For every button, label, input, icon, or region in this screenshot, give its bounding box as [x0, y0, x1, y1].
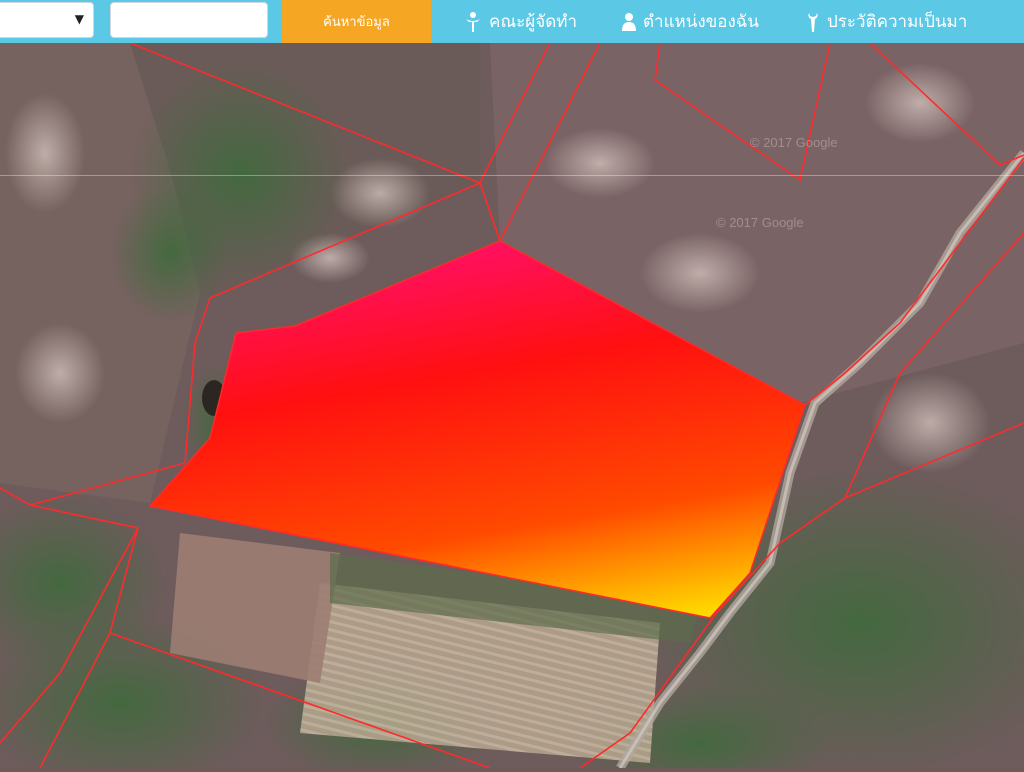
province-select[interactable]: ▼	[0, 2, 94, 38]
nav-history-label: ประวัติความเป็นมา	[827, 12, 968, 32]
chevron-down-icon[interactable]: ▼	[75, 12, 84, 26]
map-attribution: © 2017 Google	[716, 215, 804, 230]
map-attribution-2: © 2017 Google	[750, 135, 838, 150]
field-patch	[865, 63, 975, 143]
wrench-icon	[808, 12, 818, 32]
field-patch	[640, 233, 760, 313]
search-button[interactable]: ค้นหาข้อมูล	[282, 0, 431, 43]
tree-cluster	[110, 183, 230, 323]
nav-committee[interactable]: คณะผู้จัดทำ	[463, 0, 577, 43]
field-patch	[15, 323, 105, 423]
nav-my-location[interactable]: ตำแหน่งของฉัน	[621, 0, 759, 43]
field-patch	[545, 128, 655, 198]
nav-my-location-label: ตำแหน่งของฉัน	[643, 12, 760, 32]
top-toolbar: ▼ ค้นหาข้อมูล คณะผู้จัดทำ ตำแหน่งของฉัน …	[0, 0, 1024, 43]
nav-committee-label: คณะผู้จัดทำ	[489, 12, 577, 32]
satellite-map[interactable]	[0, 42, 1024, 772]
user-icon	[622, 12, 636, 31]
search-input[interactable]	[110, 2, 268, 38]
nav-history[interactable]: ประวัติความเป็นมา	[805, 0, 967, 43]
tree-person-icon	[466, 11, 480, 32]
map-view[interactable]: © 2017 Google © 2017 Google	[0, 42, 1024, 772]
field-patch	[870, 373, 990, 473]
map-tile-seam	[0, 175, 1024, 176]
field-patch	[5, 93, 85, 213]
